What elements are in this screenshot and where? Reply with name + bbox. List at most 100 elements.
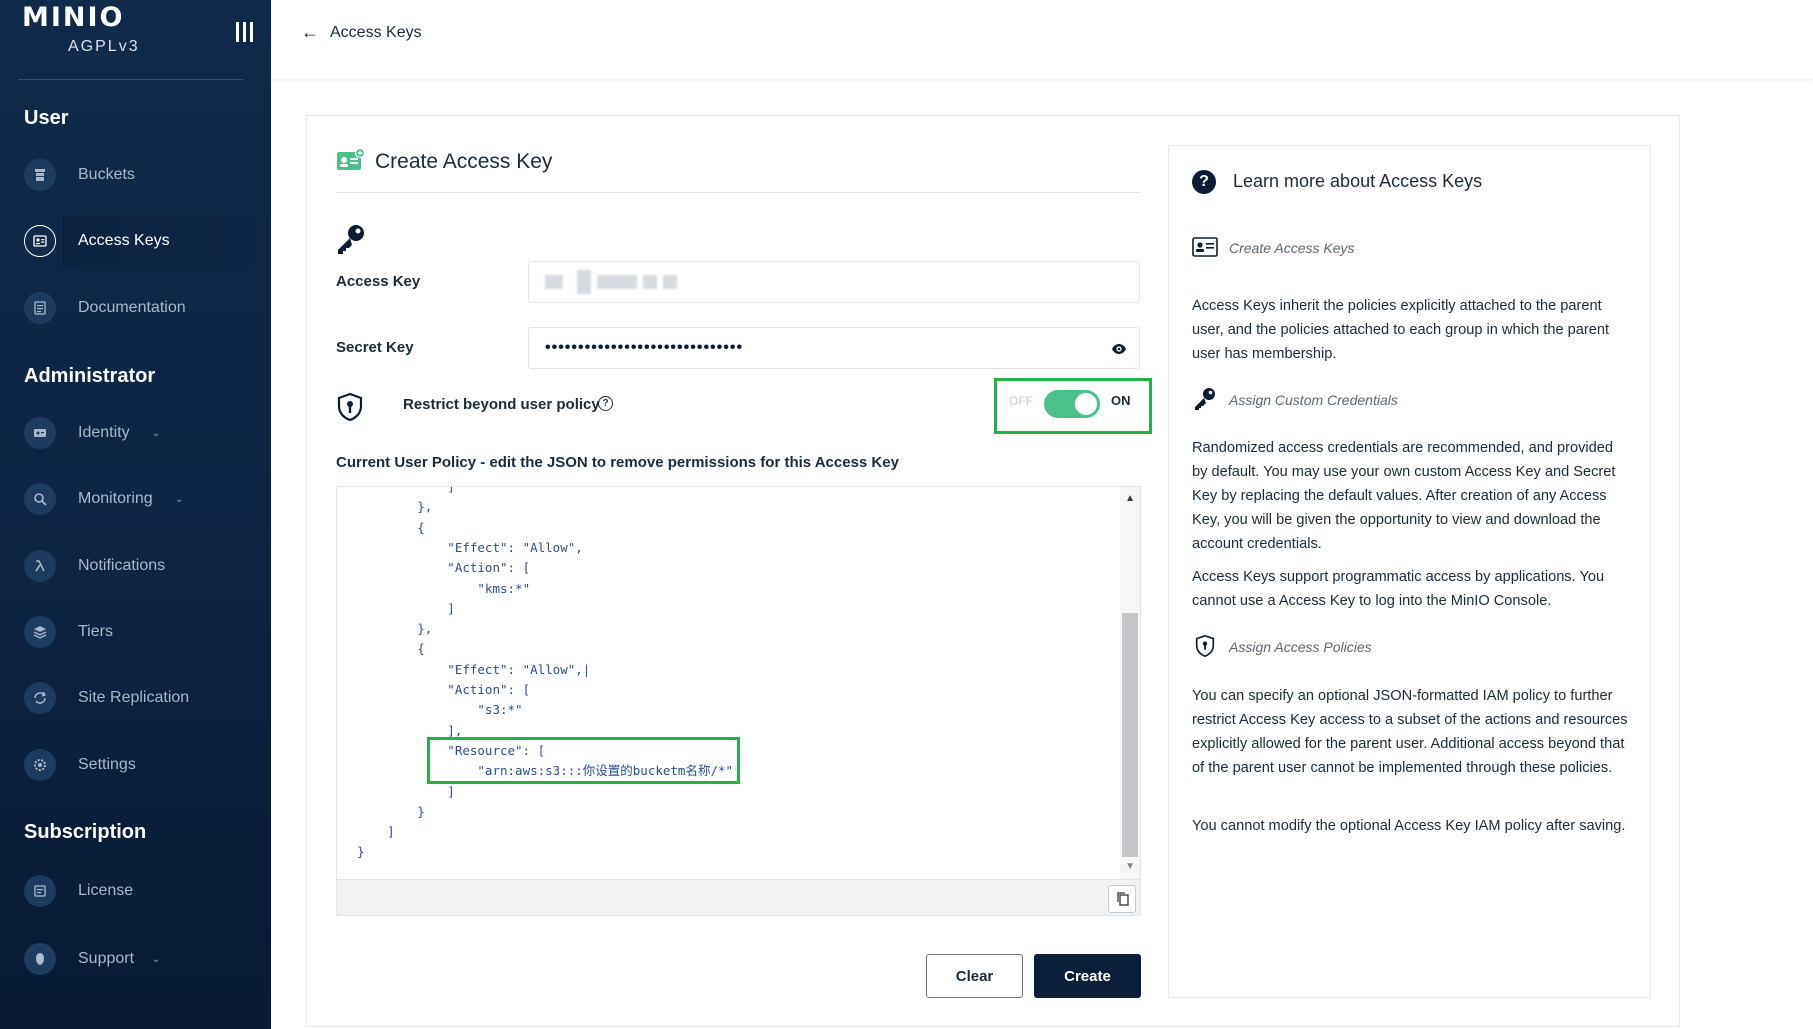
scroll-down-icon[interactable]: ▼	[1125, 861, 1135, 872]
tiers-icon	[24, 616, 56, 648]
secret-key-input[interactable]: ••••••••••••••••••••••••••••••	[528, 327, 1140, 369]
code-line[interactable]: {	[357, 639, 425, 659]
secret-key-label: Secret Key	[336, 339, 414, 356]
access-keys-icon	[24, 225, 56, 257]
shield-icon	[337, 392, 363, 422]
breadcrumb[interactable]: Access Keys	[330, 24, 422, 42]
sidebar-item-label: Access Keys	[78, 232, 170, 249]
toggle-off-label: OFF	[1009, 394, 1033, 408]
code-line[interactable]: }	[357, 842, 365, 862]
redacted-block	[597, 275, 637, 289]
code-line[interactable]: "Action": [	[357, 558, 530, 578]
create-button[interactable]: Create	[1034, 954, 1141, 998]
help-text-policies-2: You cannot modify the optional Access Ke…	[1192, 818, 1626, 834]
code-line[interactable]: "Effect": "Allow",|	[357, 660, 590, 680]
help-text-custom-2: Access Keys support programmatic access …	[1192, 569, 1605, 609]
clear-button[interactable]: Clear	[926, 954, 1023, 998]
help-subheading-custom: Assign Custom Credentials	[1229, 392, 1398, 408]
code-line[interactable]: "Action": [	[357, 680, 530, 700]
sidebar-item-label: Settings	[78, 756, 136, 773]
documentation-icon	[24, 292, 56, 324]
chevron-down-icon: ⌄	[152, 427, 161, 439]
redacted-block	[577, 270, 591, 294]
code-line[interactable]: ]	[357, 487, 455, 497]
help-text-create: Access Keys inherit the policies explici…	[1192, 298, 1610, 362]
license-icon	[24, 875, 56, 907]
shield-icon	[1195, 634, 1215, 658]
monitoring-icon	[24, 483, 56, 515]
help-icon[interactable]: ?	[598, 396, 613, 411]
eye-icon[interactable]	[1111, 341, 1127, 357]
toggle-on-label: ON	[1111, 393, 1131, 408]
policy-editor-label: Current User Policy - edit the JSON to r…	[336, 454, 899, 471]
code-line[interactable]: "kms:*"	[357, 579, 530, 599]
code-line[interactable]: "Resource": [	[357, 741, 545, 761]
sidebar-item-site-replication[interactable]: Site Replication	[0, 673, 271, 723]
chevron-down-icon: ⌄	[152, 953, 161, 965]
collapse-sidebar-button[interactable]	[234, 22, 256, 42]
question-icon: ?	[1192, 170, 1216, 194]
minio-logo: MINIO	[22, 2, 125, 33]
help-text-custom-1: Randomized access credentials are recomm…	[1192, 440, 1616, 552]
sidebar-item-license[interactable]: License	[0, 866, 271, 916]
sidebar-item-monitoring[interactable]: Monitoring ⌄	[0, 474, 271, 524]
section-title-administrator: Administrator	[24, 365, 156, 387]
sidebar-item-label: Site Replication	[78, 689, 190, 706]
access-key-label: Access Key	[336, 273, 421, 290]
code-line[interactable]: }	[357, 802, 425, 822]
access-key-card-icon	[1192, 237, 1218, 257]
menu-bar-icon	[243, 22, 246, 42]
policy-json-editor[interactable]: ] }, { "Effect": "Allow", "Action": [ "k…	[336, 486, 1141, 916]
key-icon	[338, 225, 364, 254]
back-arrow-icon[interactable]: ←	[301, 22, 319, 43]
top-bar: ← Access Keys	[271, 0, 1813, 79]
sidebar-item-label: Support	[78, 950, 135, 967]
sidebar-item-identity[interactable]: Identity ⌄	[0, 408, 271, 458]
help-subheading-policies: Assign Access Policies	[1229, 639, 1372, 655]
sidebar-item-label: Documentation	[78, 299, 186, 316]
help-subheading-create: Create Access Keys	[1229, 240, 1355, 256]
code-line[interactable]: ],	[357, 721, 462, 741]
restrict-policy-label: Restrict beyond user policy	[403, 396, 600, 413]
identity-icon	[24, 417, 56, 449]
sidebar-item-documentation[interactable]: Documentation	[0, 283, 271, 333]
editor-scrollbar[interactable]: ▲ ▼	[1120, 487, 1140, 879]
replication-icon	[24, 682, 56, 714]
section-title-subscription: Subscription	[24, 821, 147, 843]
sidebar-item-access-keys[interactable]: Access Keys	[0, 216, 271, 266]
sidebar-item-buckets[interactable]: Buckets	[0, 150, 271, 200]
copy-icon	[1117, 892, 1129, 906]
code-line[interactable]: },	[357, 497, 432, 517]
sidebar-item-label: License	[78, 882, 134, 899]
redacted-block	[663, 275, 677, 289]
code-line[interactable]: ]	[357, 782, 455, 802]
form-divider	[336, 192, 1140, 193]
code-line[interactable]: ]	[357, 599, 455, 619]
bucket-icon	[24, 159, 56, 191]
sidebar-item-settings[interactable]: Settings	[0, 740, 271, 790]
menu-bar-icon	[236, 22, 239, 42]
copy-button[interactable]	[1108, 885, 1136, 913]
code-line[interactable]: {	[357, 518, 425, 538]
restrict-policy-toggle[interactable]	[1044, 390, 1100, 418]
sidebar-item-label: Notifications	[78, 557, 166, 574]
form-title: Create Access Key	[375, 150, 553, 173]
code-line[interactable]: "s3:*"	[357, 700, 522, 720]
sidebar-item-support[interactable]: Support ⌄	[0, 934, 271, 984]
code-line[interactable]: },	[357, 619, 432, 639]
redacted-block	[545, 275, 563, 289]
menu-bar-icon	[250, 22, 253, 42]
scroll-up-icon[interactable]: ▲	[1125, 493, 1135, 504]
sidebar-item-label: Buckets	[78, 166, 135, 183]
code-line[interactable]: ]	[357, 822, 395, 842]
access-key-input[interactable]	[528, 261, 1140, 303]
sidebar-item-tiers[interactable]: Tiers	[0, 607, 271, 657]
sidebar-item-notifications[interactable]: Notifications	[0, 541, 271, 591]
scrollbar-thumb[interactable]	[1122, 613, 1138, 857]
code-line[interactable]: "Effect": "Allow",	[357, 538, 582, 558]
code-line[interactable]: "arn:aws:s3:::你设置的bucketm名称/*"	[357, 761, 733, 781]
license-label: AGPLv3	[68, 38, 140, 55]
key-icon	[1195, 388, 1215, 410]
secret-key-value: ••••••••••••••••••••••••••••••	[545, 339, 744, 356]
sidebar: MINIO AGPLv3 User Buckets Access Keys Do…	[0, 0, 271, 1029]
